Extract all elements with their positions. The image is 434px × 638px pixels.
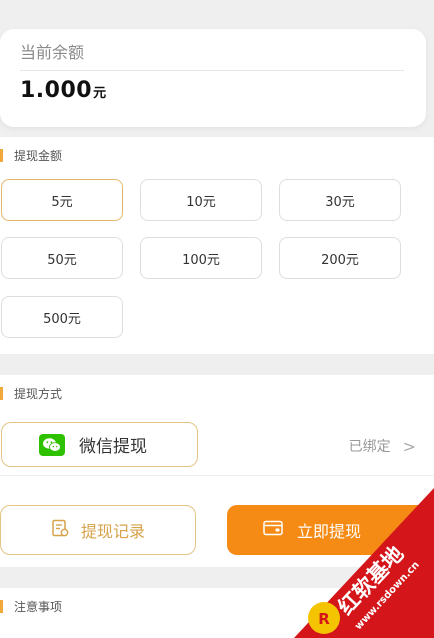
amount-option-500[interactable]: 500元 (1, 296, 123, 338)
amount-section-title: 提现金额 (0, 148, 62, 163)
section-accent-bar (0, 600, 3, 613)
balance-unit: 元 (93, 86, 107, 101)
bound-status[interactable]: 已绑定 > (349, 436, 416, 456)
withdraw-records-label: 提现记录 (80, 522, 145, 541)
withdraw-now-button[interactable]: 立即提现 (227, 505, 434, 555)
balance-amount: 1.000 (20, 78, 93, 103)
records-icon (51, 519, 69, 541)
notes-section: 注意事项 (0, 588, 434, 638)
section-accent-bar (0, 149, 3, 162)
amount-option-30[interactable]: 30元 (279, 179, 401, 221)
chevron-right-icon: > (402, 436, 416, 456)
bound-status-label: 已绑定 (348, 439, 391, 455)
wechat-withdraw-button[interactable]: 微信提现 (1, 422, 198, 467)
withdraw-page: 当前余额 1.000元 提现金额 5元 10元 30元 50元 100元 200… (0, 0, 434, 638)
amount-option-200[interactable]: 200元 (279, 237, 401, 279)
wechat-icon (39, 433, 65, 456)
wechat-withdraw-label: 微信提现 (79, 437, 147, 457)
balance-divider (20, 70, 404, 71)
amount-option-10[interactable]: 10元 (140, 179, 262, 221)
balance-value: 1.000元 (20, 78, 107, 103)
section-accent-bar (0, 387, 3, 400)
method-title-label: 提现方式 (14, 387, 63, 401)
balance-card: 当前余额 1.000元 (0, 29, 426, 127)
amount-option-5[interactable]: 5元 (1, 179, 123, 221)
wallet-icon (263, 520, 283, 540)
method-section: 提现方式 微信提现 已绑定 > (0, 375, 434, 475)
amount-option-100[interactable]: 100元 (140, 237, 262, 279)
withdraw-records-button[interactable]: 提现记录 (0, 505, 196, 555)
balance-label: 当前余额 (20, 43, 85, 62)
amount-section: 提现金额 5元 10元 30元 50元 100元 200元 500元 (0, 137, 434, 354)
amount-title-label: 提现金额 (14, 149, 63, 163)
notes-title-label: 注意事项 (14, 600, 63, 614)
actions-section: 提现记录 立即提现 (0, 476, 434, 567)
withdraw-now-label: 立即提现 (297, 522, 362, 541)
amount-option-50[interactable]: 50元 (1, 237, 123, 279)
method-section-title: 提现方式 (0, 386, 62, 401)
notes-section-title: 注意事项 (0, 599, 62, 614)
